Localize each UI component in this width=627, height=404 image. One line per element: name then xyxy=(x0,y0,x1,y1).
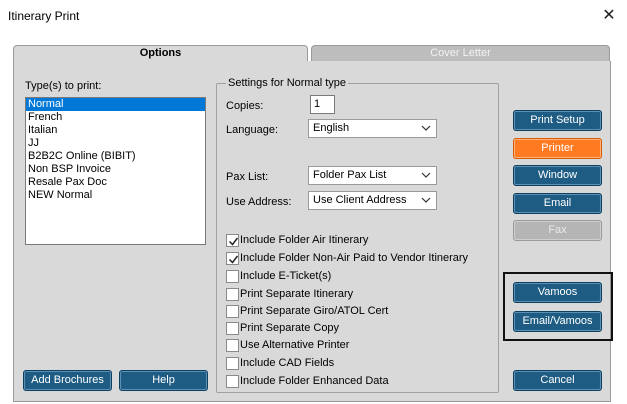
language-value: English xyxy=(313,122,350,134)
types-listbox[interactable]: Normal French Italian JJ B2B2C Online (B… xyxy=(25,97,206,245)
list-item[interactable]: Normal xyxy=(26,98,205,111)
checkbox-label: Print Separate Giro/ATOL Cert xyxy=(240,305,389,317)
list-item[interactable]: JJ xyxy=(26,137,205,150)
copies-input[interactable]: 1 xyxy=(310,95,335,114)
language-select[interactable]: English xyxy=(308,119,437,138)
checkbox-label: Include Folder Non-Air Paid to Vendor It… xyxy=(240,252,469,264)
printer-button[interactable]: Printer xyxy=(513,138,602,159)
checkbox-box[interactable] xyxy=(226,322,239,335)
list-item[interactable]: French xyxy=(26,111,205,124)
list-item[interactable]: Italian xyxy=(26,124,205,137)
help-button[interactable]: Help xyxy=(119,370,208,391)
language-label: Language: xyxy=(226,124,278,136)
checkbox-box[interactable] xyxy=(226,339,239,352)
checkbox-label: Include Folder Enhanced Data xyxy=(240,375,389,387)
checkbox-box[interactable] xyxy=(226,288,239,301)
print-setup-button[interactable]: Print Setup xyxy=(513,110,602,131)
pax-list-label: Pax List: xyxy=(226,171,269,183)
checkbox-box[interactable] xyxy=(226,234,239,247)
checkbox-box[interactable] xyxy=(226,375,239,388)
window-title: Itinerary Print xyxy=(8,9,80,23)
checkbox-label: Include CAD Fields xyxy=(240,357,335,369)
checkbox-label: Use Alternative Printer xyxy=(240,339,350,351)
use-address-select[interactable]: Use Client Address xyxy=(308,191,437,210)
checkmark-icon xyxy=(228,237,239,246)
checkbox-label: Print Separate Itinerary xyxy=(240,288,354,300)
use-address-label: Use Address: xyxy=(226,196,292,208)
fax-button: Fax xyxy=(513,220,602,241)
close-icon[interactable]: ✕ xyxy=(597,4,621,28)
list-item[interactable]: B2B2C Online (BIBIT) xyxy=(26,150,205,163)
chevron-down-icon xyxy=(421,125,431,131)
types-label: Type(s) to print: xyxy=(25,80,102,92)
vamoos-button[interactable]: Vamoos xyxy=(513,282,602,303)
checkbox-box[interactable] xyxy=(226,357,239,370)
checkbox-label: Include Folder Air Itinerary xyxy=(240,234,369,246)
checkbox-box[interactable] xyxy=(226,252,239,265)
checkbox-label: Print Separate Copy xyxy=(240,322,340,334)
pax-list-select[interactable]: Folder Pax List xyxy=(308,166,437,185)
cancel-button[interactable]: Cancel xyxy=(513,370,602,391)
tab-options[interactable]: Options xyxy=(13,45,308,61)
pax-list-value: Folder Pax List xyxy=(313,169,387,181)
list-item[interactable]: NEW Normal xyxy=(26,189,205,202)
add-brochures-button[interactable]: Add Brochures xyxy=(23,370,112,391)
use-address-value: Use Client Address xyxy=(313,194,407,206)
chevron-down-icon xyxy=(421,197,431,203)
chevron-down-icon xyxy=(421,172,431,178)
checkbox-label: Include E-Ticket(s) xyxy=(240,270,332,282)
checkbox-box[interactable] xyxy=(226,305,239,318)
settings-group-title: Settings for Normal type xyxy=(226,77,348,89)
checkbox-box[interactable] xyxy=(226,270,239,283)
email-button[interactable]: Email xyxy=(513,193,602,214)
copies-label: Copies: xyxy=(226,100,264,112)
tab-cover-letter[interactable]: Cover Letter xyxy=(311,45,610,61)
list-item[interactable]: Resale Pax Doc xyxy=(26,176,205,189)
checkmark-icon xyxy=(228,255,239,264)
window-button[interactable]: Window xyxy=(513,165,602,186)
email-vamoos-button[interactable]: Email/Vamoos xyxy=(513,311,602,332)
list-item[interactable]: Non BSP Invoice xyxy=(26,163,205,176)
title-bar: Itinerary Print ✕ xyxy=(0,0,627,32)
